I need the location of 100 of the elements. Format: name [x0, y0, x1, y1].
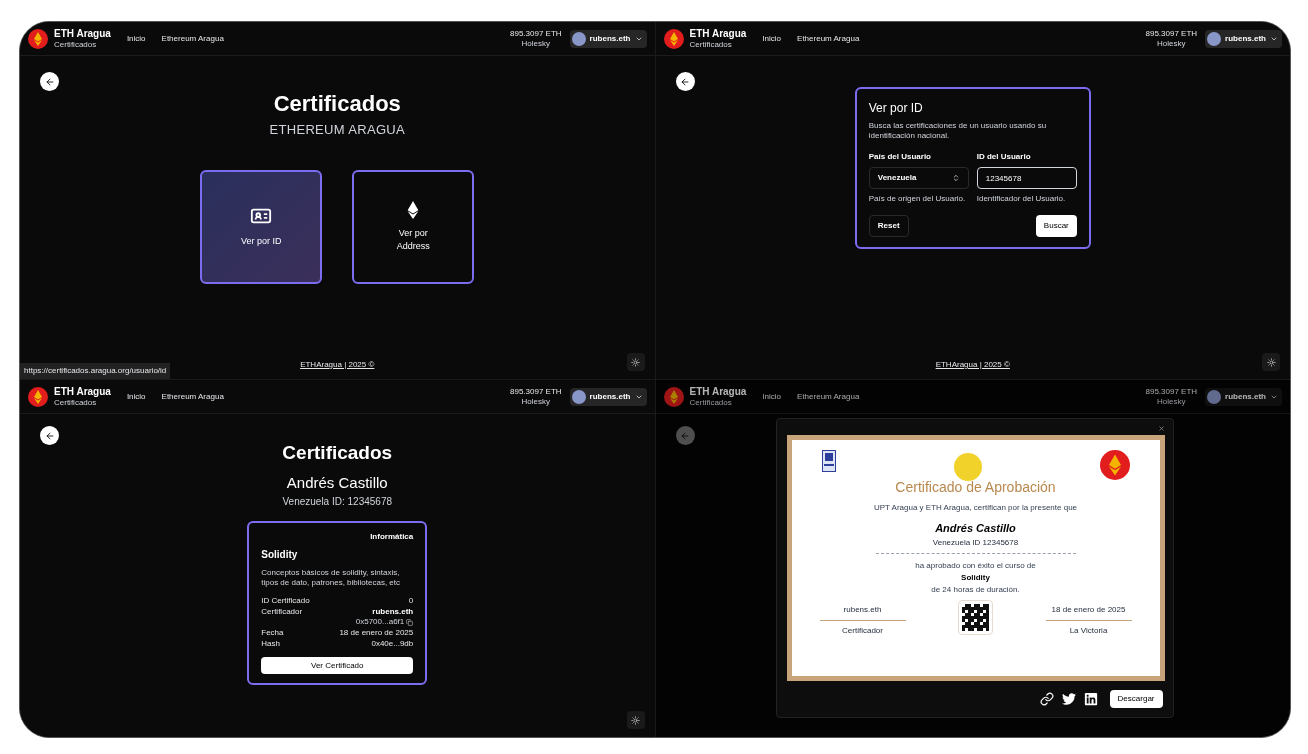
- search-button[interactable]: Buscar: [1035, 215, 1077, 237]
- issue-date: 18 de enero de 2025: [1045, 603, 1132, 621]
- country-select[interactable]: Venezuela: [868, 167, 969, 189]
- detail-value: 0: [408, 596, 414, 606]
- download-button[interactable]: Descargar: [1109, 690, 1163, 708]
- detail-label: Fecha: [261, 628, 284, 638]
- close-icon[interactable]: [1157, 425, 1165, 432]
- account-button[interactable]: rubens.eth: [569, 387, 647, 406]
- card-description: Busca las certificaciones de un usuario usando su identificación nacional.: [868, 121, 1048, 141]
- nav-link[interactable]: Inicio: [762, 32, 782, 45]
- chevrons-icon: [951, 174, 960, 182]
- balance-text: 895.3097 ETH: [1145, 387, 1198, 396]
- arrow-left-icon: [680, 430, 690, 441]
- network-name: Holesky: [1157, 397, 1186, 406]
- nav-link[interactable]: Ethereum Aragua: [161, 32, 224, 45]
- option-card[interactable]: Ver por ID: [200, 169, 323, 284]
- signer-name: rubens.eth: [819, 603, 906, 621]
- sun-icon: [631, 715, 640, 725]
- balance-text: 895.3097 ETH: [510, 29, 562, 38]
- certificate-title: Certificado de Aprobación: [895, 478, 1056, 497]
- course-name: Solidity: [961, 571, 990, 584]
- link-icon[interactable]: [1039, 692, 1054, 706]
- course-description: Conceptos básicos de solidity, sintaxis, tipos de dato, patrones, bibliotecas, etc: [261, 568, 401, 588]
- arrow-left-icon: [44, 76, 55, 87]
- nav-link[interactable]: Ethereum Aragua: [797, 32, 860, 45]
- seal-icon: [953, 453, 982, 481]
- brand-name: ETH Aragua: [54, 386, 111, 397]
- theme-toggle-button[interactable]: [1262, 353, 1280, 371]
- avatar-icon: [1207, 389, 1222, 404]
- account-button[interactable]: rubens.eth: [1205, 387, 1282, 406]
- theme-toggle-button[interactable]: [626, 353, 645, 371]
- person-name: Andrés Castillo: [286, 472, 388, 493]
- account-button[interactable]: rubens.eth: [1205, 29, 1282, 48]
- category-label: Informática: [369, 531, 414, 543]
- network-name: Holesky: [521, 397, 550, 406]
- sun-icon: [631, 357, 640, 367]
- brand-name: ETH Aragua: [689, 28, 747, 39]
- footer-link[interactable]: ETHAragua | 2025 ©: [300, 359, 375, 371]
- twitter-icon[interactable]: [1061, 692, 1076, 706]
- eth-logo-icon: [663, 28, 684, 49]
- brand-subtitle: Certificados: [689, 398, 733, 407]
- card-title: Ver por ID: [868, 100, 924, 117]
- page-title: Certificados: [282, 441, 393, 465]
- nav-link[interactable]: Ethereum Aragua: [161, 390, 224, 403]
- back-button[interactable]: [675, 72, 695, 91]
- signer-role: Certificador: [842, 624, 883, 637]
- certificate-intro: UPT Aragua y ETH Aragua, certifican por la presente que: [873, 502, 1078, 514]
- course-name: Solidity: [261, 548, 299, 562]
- brand-name: ETH Aragua: [54, 28, 111, 39]
- eth-logo-icon: [28, 386, 48, 407]
- nav-link[interactable]: Inicio: [126, 390, 146, 403]
- recipient-name: Andrés Castillo: [935, 521, 1016, 536]
- id-input[interactable]: 12345678: [976, 167, 1077, 189]
- option-card[interactable]: Ver por Address: [352, 169, 475, 284]
- avatar-icon: [571, 31, 586, 46]
- eth-logo-icon: [663, 386, 684, 407]
- arrow-left-icon: [680, 76, 690, 87]
- back-button[interactable]: [40, 72, 59, 91]
- back-button[interactable]: [40, 426, 59, 445]
- passed-text: ha aprobado con éxito el curso de: [915, 559, 1036, 572]
- page-title: Certificados: [273, 90, 401, 118]
- person-id: Venezuela ID: 12345678: [282, 495, 392, 509]
- reset-button[interactable]: Reset: [868, 215, 909, 237]
- field-label: ID del Usuario: [976, 151, 1032, 163]
- brand-subtitle: Certificados: [689, 40, 733, 49]
- detail-label: Hash: [261, 639, 280, 649]
- address-text: 0x5700...a6f1: [355, 617, 405, 627]
- duration-text: de 24 horas de duración.: [931, 583, 1020, 596]
- eth-aragua-logo-icon: [1099, 450, 1130, 480]
- field-hint: Identificador del Usuario.: [976, 193, 1067, 205]
- field-hint: País de origen del Usuario.: [868, 193, 967, 205]
- detail-value: 0x40e...9db: [371, 639, 414, 649]
- brand-subtitle: Certificados: [54, 40, 98, 49]
- balance-text: 895.3097 ETH: [510, 387, 562, 396]
- footer-link[interactable]: ETHAragua | 2025 ©: [935, 359, 1010, 371]
- brand-name: ETH Aragua: [689, 386, 747, 397]
- recipient-id: Venezuela ID 12345678: [875, 536, 1076, 554]
- nav-link[interactable]: Ethereum Aragua: [797, 390, 860, 403]
- page-subtitle: ETHEREUM ARAGUA: [269, 121, 406, 139]
- network-name: Holesky: [521, 39, 550, 48]
- brand-subtitle: Certificados: [54, 398, 98, 407]
- nav-link[interactable]: Inicio: [762, 390, 782, 403]
- balance-text: 895.3097 ETH: [1145, 29, 1198, 38]
- field-label: País del Usuario: [868, 151, 932, 163]
- nav-link[interactable]: Inicio: [126, 32, 146, 45]
- copy-icon[interactable]: [406, 618, 414, 626]
- detail-value: 18 de enero de 2025: [339, 628, 414, 638]
- qr-code-drawing: [962, 603, 989, 631]
- view-certificate-button[interactable]: Ver Certificado: [261, 657, 414, 674]
- detail-value: rubens.eth: [372, 607, 414, 617]
- status-url: https://certificados.aragua.org/usuario/id: [20, 363, 171, 379]
- detail-label: Certificador: [261, 607, 303, 617]
- eth-logo-icon: [28, 28, 48, 49]
- issue-place: La Victoria: [1069, 624, 1108, 637]
- network-name: Holesky: [1157, 39, 1186, 48]
- arrow-left-icon: [44, 430, 55, 441]
- theme-toggle-button[interactable]: [626, 711, 645, 729]
- detail-label: ID Certificado: [261, 596, 310, 606]
- account-button[interactable]: rubens.eth: [569, 29, 647, 48]
- linkedin-icon[interactable]: [1083, 692, 1098, 706]
